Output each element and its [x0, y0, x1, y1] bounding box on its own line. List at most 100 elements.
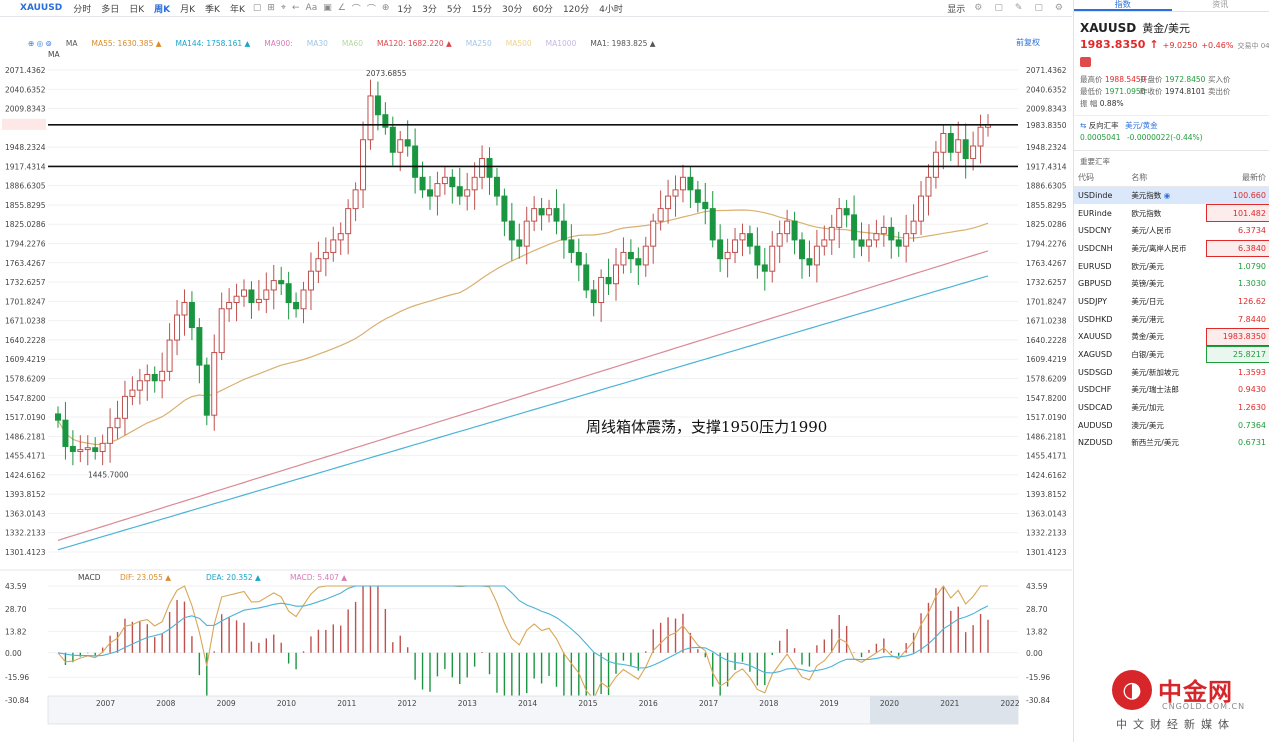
drawing-tool-icon[interactable]: ← — [289, 3, 303, 13]
rate-row[interactable]: AUDUSD 澳元/美元 0.7364 — [1074, 416, 1269, 434]
quote-symbol: XAUUSD 黄金/美元 — [1074, 12, 1269, 36]
settings-icon[interactable]: ✎ — [1012, 3, 1026, 13]
period-9[interactable]: 5分 — [442, 2, 467, 15]
ma-indicator-row2[interactable]: MA — [48, 50, 60, 59]
period-7[interactable]: 1分 — [392, 2, 417, 15]
col-name[interactable]: 名称 — [1127, 169, 1206, 187]
period-5[interactable]: 季K — [200, 2, 225, 15]
drawing-tool-icon[interactable]: ⌒ — [364, 2, 379, 15]
rate-code: USDJPY — [1078, 296, 1107, 306]
period-6[interactable]: 年K — [225, 2, 250, 15]
drawing-tool-icon[interactable]: ▢ — [250, 3, 265, 13]
chart-area[interactable]: 2071.4362 2071.4362 2040.6352 2040.6352 2009… — [0, 18, 1072, 742]
inverse-pair[interactable]: 美元/黄金 — [1125, 121, 1158, 130]
tab-index[interactable]: 指数 — [1074, 0, 1172, 11]
col-code[interactable]: 代码 — [1074, 169, 1128, 187]
candle-body — [508, 220, 515, 241]
candle-body — [769, 245, 776, 272]
candle-body — [531, 208, 538, 222]
period-4[interactable]: 月K — [175, 2, 200, 15]
period-2[interactable]: 日K — [124, 2, 149, 15]
y-tick-right: 1886.6305 — [1026, 182, 1067, 191]
rate-code: USDSGD — [1078, 367, 1113, 377]
period-10[interactable]: 15分 — [467, 2, 497, 15]
macd-tick-right: -30.84 — [1026, 696, 1050, 705]
rate-name: 美元/日元 — [1131, 296, 1164, 306]
candle-body — [337, 233, 344, 241]
rate-row[interactable]: USDCNY 美元/人民币 6.3734 — [1074, 222, 1269, 240]
candle-body — [493, 176, 500, 197]
rate-row[interactable]: USDinde 美元指数 ◉ 100.660 — [1074, 186, 1269, 205]
candle-body — [851, 214, 858, 241]
ma-label-10: MA1: 1983.825 ▲ — [590, 38, 656, 48]
drawing-tool-icon[interactable]: Aa — [303, 3, 321, 13]
period-3[interactable]: 周K — [149, 2, 175, 15]
rate-row[interactable]: USDCAD 美元/加元 1.2630 — [1074, 399, 1269, 417]
rate-row[interactable]: USDCHF 美元/瑞士法郎 0.9430 — [1074, 381, 1269, 399]
display-menu[interactable]: 显示 — [947, 2, 965, 15]
rate-name: 澳元/美元 — [1131, 420, 1164, 430]
watermark-subtitle: 中文财经新媒体 — [1116, 718, 1235, 731]
candle-body — [560, 220, 567, 241]
candle-body — [516, 239, 523, 247]
rate-row[interactable]: USDJPY 美元/日元 126.62 — [1074, 293, 1269, 311]
settings-icon[interactable]: ▢ — [991, 3, 1006, 13]
candle-body — [307, 270, 314, 291]
drawing-tool-icon[interactable]: ⊞ — [264, 3, 278, 13]
settings-icon[interactable]: ▢ — [1031, 3, 1046, 13]
period-11[interactable]: 30分 — [497, 2, 527, 15]
candle-body — [903, 233, 910, 247]
rate-row[interactable]: GBPUSD 英镑/美元 1.3030 — [1074, 275, 1269, 293]
quote-code: XAUUSD — [1080, 21, 1137, 35]
period-12[interactable]: 60分 — [527, 2, 557, 15]
rate-row[interactable]: XAUUSD 黄金/美元 1983.8350 — [1074, 328, 1269, 346]
rate-row[interactable]: USDSGD 美元/新加坡元 1.3593 — [1074, 363, 1269, 381]
rate-row[interactable]: USDCNH 美元/离岸人民币 6.3840 — [1074, 239, 1269, 258]
candle-body — [203, 364, 210, 416]
ma-label-0: MA — [65, 38, 78, 48]
settings-icon[interactable]: ⚙ — [971, 3, 985, 13]
toolbar-symbol[interactable]: XAUUSD — [0, 3, 68, 13]
col-price[interactable]: 最新价 — [1205, 169, 1269, 187]
settings-icon[interactable]: ⚙ — [1052, 3, 1066, 13]
tab-news[interactable]: 资讯 — [1172, 0, 1269, 11]
period-0[interactable]: 分时 — [68, 2, 96, 15]
drawing-tool-icon[interactable]: ▣ — [320, 3, 335, 13]
rate-name: 欧元/美元 — [1131, 261, 1164, 271]
rate-code: USDCHF — [1078, 385, 1112, 395]
drawing-tool-icon[interactable]: ⌒ — [349, 2, 364, 15]
candle-body — [456, 186, 463, 197]
inverse-label: 反向汇率 — [1088, 121, 1119, 130]
candle-body — [129, 389, 136, 397]
rate-row[interactable]: USDHKD 美元/港元 7.8440 — [1074, 310, 1269, 328]
rate-row[interactable]: XAGUSD 白银/美元 25.8217 — [1074, 345, 1269, 364]
candle-body — [865, 239, 872, 247]
y-tick-right: 2009.8343 — [1026, 105, 1067, 114]
y-tick-left: 1640.2228 — [5, 336, 46, 345]
drawing-tool-icon[interactable]: ⌖ — [278, 3, 289, 13]
y-tick-right: 2071.4362 — [1026, 66, 1067, 75]
rate-row[interactable]: NZDUSD 新西兰元/美元 0.6731 — [1074, 434, 1269, 452]
stat-1: 开盘价 1972.8450 — [1140, 75, 1206, 84]
eye-icon[interactable]: ◉ — [1161, 191, 1171, 200]
candle-body — [479, 158, 486, 178]
rate-row[interactable]: EURinde 欧元指数 101.482 — [1074, 204, 1269, 222]
candle-body — [821, 239, 828, 247]
rate-code: USDHKD — [1078, 314, 1113, 324]
candle-body — [962, 139, 969, 160]
period-14[interactable]: 4小时 — [594, 2, 628, 15]
rate-price: 7.8440 — [1238, 314, 1266, 324]
rate-row[interactable]: EURUSD 欧元/美元 1.0790 — [1074, 257, 1269, 275]
candle-body — [739, 233, 746, 241]
adjust-mode-button[interactable]: 前复权 — [1016, 37, 1040, 48]
period-1[interactable]: 多日 — [96, 2, 124, 15]
period-8[interactable]: 3分 — [417, 2, 442, 15]
candle-body — [970, 145, 977, 160]
drawing-tool-icon[interactable]: ⊕ — [379, 3, 393, 13]
drawing-tool-icon[interactable]: ∠ — [335, 3, 349, 13]
alert-icon[interactable] — [1080, 57, 1091, 67]
nav-year: 2011 — [337, 699, 356, 708]
indicator-settings-icon[interactable]: ⊕ ◎ ⊚ — [28, 39, 52, 48]
period-13[interactable]: 120分 — [558, 2, 594, 15]
kline-chart[interactable]: 2071.4362 2071.4362 2040.6352 2040.6352 2009… — [0, 18, 1072, 742]
